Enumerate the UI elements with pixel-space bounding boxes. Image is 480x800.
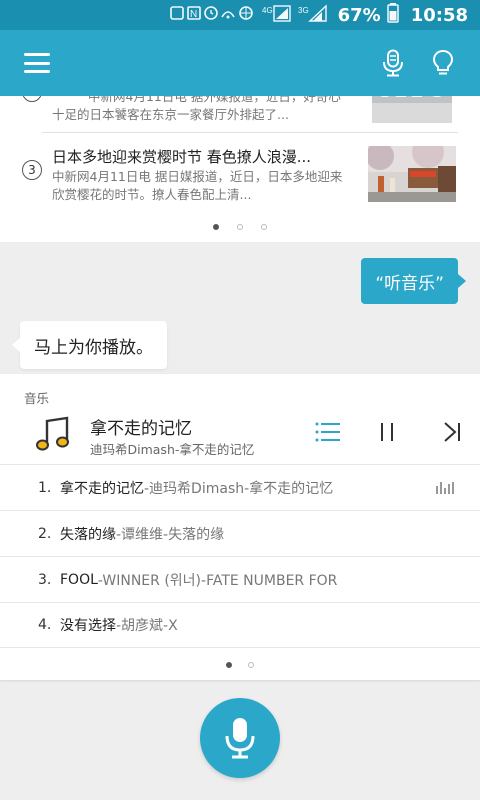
track-row[interactable]: 2. 失落的缘 -谭维维-失落的缘: [0, 510, 480, 556]
news-thumbnail: [366, 136, 456, 202]
microphone-button[interactable]: [368, 38, 418, 88]
track-name: 拿不走的记忆: [60, 480, 144, 497]
news-item-desc: 中新网4月11日电 据外媒报道，近日，好奇心十足的日本饕客在东京一家餐厅外排起了…: [52, 96, 341, 122]
now-playing-equalizer-icon: [436, 482, 456, 494]
svg-text:N: N: [190, 9, 197, 20]
battery-level: 67%: [337, 4, 381, 26]
battery-icon: [386, 3, 399, 27]
news-item-number: 2: [22, 96, 42, 102]
status-bar: N 4G 3G 67% 10:58: [0, 0, 480, 30]
next-track-button[interactable]: [434, 414, 470, 450]
track-name: 失落的缘: [60, 526, 116, 543]
track-artist: -谭维维-失落的缘: [116, 526, 225, 543]
net-4g-label: 4G: [262, 6, 273, 15]
track-name: FOOL: [60, 571, 98, 588]
news-item-desc: 中新网4月11日电 据日媒报道，近日，日本多地迎来欣赏樱花的时节。撩人春色配上清…: [52, 169, 343, 202]
assistant-message-bubble: 马上为你播放。: [12, 321, 167, 369]
divider: [42, 132, 458, 133]
pause-icon: [381, 423, 393, 441]
tips-button[interactable]: [418, 38, 468, 88]
track-row[interactable]: 4. 没有选择 -胡彦斌-X: [0, 602, 480, 648]
news-item-number: 3: [22, 160, 42, 180]
page-dot: [237, 224, 243, 230]
microphone-icon: [225, 718, 255, 759]
card-category-label: 音乐: [24, 391, 50, 406]
track-number: 4.: [38, 617, 52, 633]
menu-button[interactable]: [12, 38, 62, 88]
skip-next-icon: [444, 422, 460, 442]
music-note-icon: [36, 416, 69, 451]
news-item-title: 日本多地迎来赏樱时节 春色撩人浪漫...: [52, 148, 312, 166]
news-page-indicator: [0, 224, 480, 230]
assistant-message-text: 马上为你播放。: [34, 337, 153, 358]
track-number: 3.: [38, 571, 52, 588]
clock: 10:58: [410, 4, 468, 26]
pause-button[interactable]: [369, 414, 405, 450]
lightbulb-icon: [432, 49, 454, 75]
music-card: 音乐 拿不走的记忆 迪玛希Dimash-拿不走的记忆 1. 拿不走的记忆 -迪玛…: [0, 374, 480, 680]
notification-icons: N: [169, 5, 256, 25]
news-item[interactable]: 2 中新网4月11日电 据外媒报道，近日，好奇心十足的日本饕客在东京一家餐厅外排…: [0, 96, 480, 136]
app-bar: [0, 30, 480, 96]
track-row[interactable]: 1. 拿不走的记忆 -迪玛希Dimash-拿不走的记忆: [0, 464, 480, 510]
track-row[interactable]: 3. FOOL -WINNER (위너)-FATE NUMBER FOR: [0, 556, 480, 602]
track-artist: -迪玛希Dimash-拿不走的记忆: [144, 480, 334, 497]
news-item[interactable]: 3 日本多地迎来赏樱时节 春色撩人浪漫... 中新网4月11日电 据日媒报道，近…: [0, 136, 480, 204]
news-card: 2 中新网4月11日电 据外媒报道，近日，好奇心十足的日本饕客在东京一家餐厅外排…: [0, 96, 480, 242]
now-playing: 拿不走的记忆 迪玛希Dimash-拿不走的记忆: [0, 406, 480, 464]
page-dot: [248, 662, 254, 668]
net-3g-label: 3G: [298, 6, 309, 15]
microphone-icon: [383, 49, 403, 77]
menu-icon: [24, 53, 50, 73]
signal-3g-icon: 3G: [298, 4, 328, 26]
track-number: 2.: [38, 525, 52, 542]
user-message-text: “听音乐”: [375, 273, 444, 294]
now-playing-subtitle: 迪玛希Dimash-拿不走的记忆: [90, 442, 255, 457]
track-number: 1.: [38, 479, 52, 496]
page-dot: [226, 662, 232, 668]
page-dot: [261, 224, 267, 230]
track-name: 没有选择: [60, 618, 116, 634]
now-playing-title: 拿不走的记忆: [90, 419, 192, 439]
track-artist: -WINNER (위너)-FATE NUMBER FOR: [97, 572, 338, 589]
playlist-icon: [315, 422, 340, 442]
news-thumbnail: [372, 96, 452, 123]
playlist-button[interactable]: [310, 414, 346, 450]
music-page-indicator: [0, 662, 480, 668]
user-message-bubble: “听音乐”: [361, 258, 466, 304]
page-dot: [213, 224, 219, 230]
voice-input-button[interactable]: [200, 698, 280, 778]
track-artist: -胡彦斌-X: [116, 618, 178, 634]
signal-4g-icon: 4G: [262, 4, 292, 26]
